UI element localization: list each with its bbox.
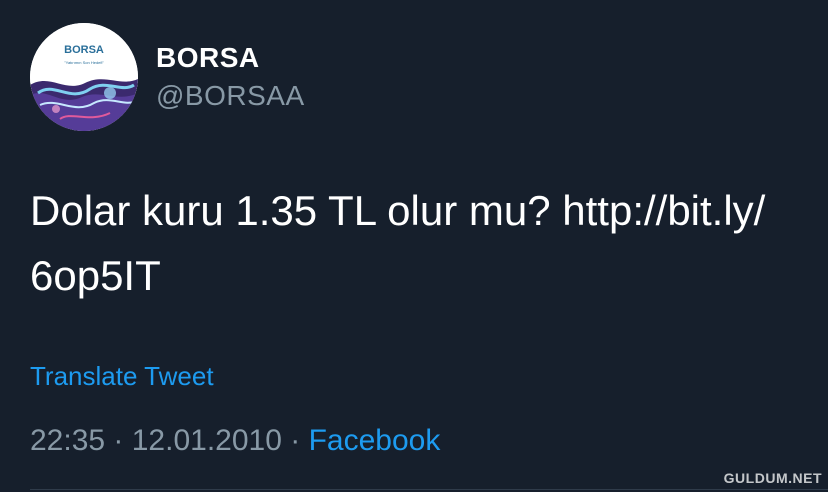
- translate-tweet-link[interactable]: Translate Tweet: [30, 361, 214, 392]
- divider: [30, 489, 828, 490]
- meta-separator: ·: [281, 424, 309, 457]
- tweet-time[interactable]: 22:35: [30, 424, 105, 457]
- meta-separator: ·: [105, 424, 132, 457]
- tweet-date[interactable]: 12.01.2010: [132, 424, 282, 457]
- borsa-logo-icon: BORSA "Yatırımın Son Hedefi": [30, 23, 138, 131]
- display-name[interactable]: BORSA: [156, 42, 260, 74]
- tweet-text: Dolar kuru 1.35 TL olur mu? http://bit.l…: [30, 178, 820, 308]
- watermark: GULDUM.NET: [723, 470, 822, 486]
- svg-text:"Yatırımın Son Hedefi": "Yatırımın Son Hedefi": [64, 60, 104, 65]
- tweet-text-line-2: 6op5IT: [30, 252, 161, 299]
- user-handle[interactable]: @BORSAA: [156, 80, 305, 112]
- avatar[interactable]: BORSA "Yatırımın Son Hedefi": [30, 23, 138, 131]
- tweet-meta: 22:35 · 12.01.2010 · Facebook: [30, 424, 440, 458]
- svg-text:BORSA: BORSA: [64, 44, 104, 56]
- tweet-source-link[interactable]: Facebook: [309, 424, 441, 457]
- tweet-text-line-1: Dolar kuru 1.35 TL olur mu? http://bit.l…: [30, 187, 766, 234]
